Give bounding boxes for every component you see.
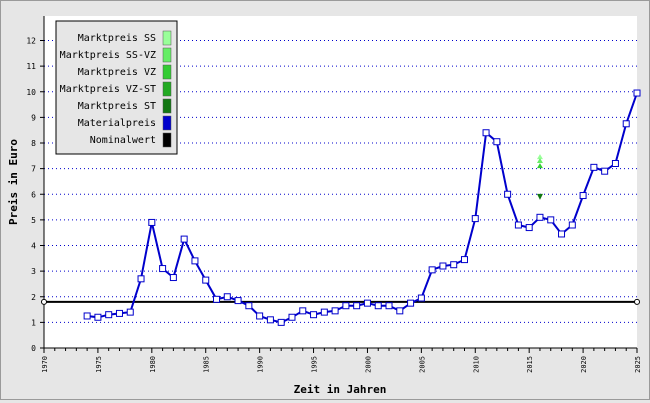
x-tick-label: 2015: [526, 356, 534, 373]
materialpreis-point: [180, 235, 188, 243]
materialpreis-point: [407, 299, 415, 307]
materialpreis-point: [213, 295, 221, 303]
legend: Marktpreis SS Marktpreis SS-VZ Marktpreis …: [55, 20, 178, 155]
materialpreis-point: [105, 311, 113, 319]
materialpreis-point: [277, 318, 285, 326]
x-tick-label: 1970: [41, 356, 49, 373]
materialpreis-point: [310, 311, 318, 319]
x-axis-label: Zeit in Jahren: [294, 383, 387, 396]
y-tick-label: 9: [31, 113, 36, 122]
materialpreis-point: [159, 265, 167, 273]
y-tick-label: 11: [26, 62, 36, 71]
legend-label: Marktpreis VZ: [78, 67, 156, 78]
materialpreis-point: [202, 276, 210, 284]
legend-swatch: [162, 98, 172, 114]
y-tick-label: 7: [31, 165, 36, 174]
materialpreis-point: [611, 160, 619, 167]
materialpreis-point: [331, 307, 339, 315]
materialpreis-point: [148, 218, 156, 226]
materialpreis-point: [385, 302, 393, 310]
materialpreis-point: [363, 299, 371, 307]
x-tick-label: 2025: [634, 356, 642, 373]
materialpreis-point: [299, 307, 307, 315]
legend-swatch: [162, 64, 172, 80]
materialpreis-point: [396, 307, 404, 315]
materialpreis-point: [558, 230, 566, 238]
materialpreis-point: [633, 89, 641, 97]
price-chart: 01234567891011121970 1975 1980 1985 1990 1995…: [7, 16, 642, 396]
materialpreis-point: [536, 213, 544, 221]
materialpreis-point: [342, 302, 350, 310]
x-tick-label: 1980: [149, 356, 157, 373]
materialpreis-point: [547, 216, 555, 224]
materialpreis-point: [579, 192, 587, 200]
materialpreis-point: [169, 274, 177, 282]
y-tick-label: 6: [31, 190, 36, 199]
legend-swatch: [162, 115, 172, 131]
y-axis-label: Preis in Euro: [7, 139, 20, 225]
y-tick-label: 1: [31, 318, 36, 327]
materialpreis-point: [450, 261, 458, 269]
x-tick-label: 1985: [203, 356, 211, 373]
materialpreis-point: [83, 312, 91, 320]
materialpreis-point: [601, 167, 609, 175]
materialpreis-point: [288, 313, 296, 321]
nominal-endpoint: [41, 298, 47, 305]
y-tick-label: 5: [31, 216, 36, 225]
legend-swatch: [162, 47, 172, 63]
legend-label: Nominalwert: [90, 135, 156, 146]
legend-swatch: [162, 81, 172, 97]
materialpreis-point: [126, 308, 134, 316]
materialpreis-point: [471, 215, 479, 223]
legend-swatch: [162, 132, 172, 148]
materialpreis-point: [622, 120, 630, 128]
x-tick-label: 2005: [418, 356, 426, 373]
materialpreis-point: [514, 221, 522, 229]
materialpreis-point: [417, 294, 425, 302]
y-tick-label: 2: [31, 293, 36, 302]
materialpreis-point: [590, 163, 598, 171]
materialpreis-point: [191, 257, 199, 265]
materialpreis-point: [234, 297, 242, 305]
materialpreis-point: [428, 266, 436, 274]
materialpreis-point: [460, 256, 468, 264]
materialpreis-point: [320, 308, 328, 316]
materialpreis-point: [137, 275, 145, 283]
y-tick-label: 8: [31, 139, 36, 148]
materialpreis-point: [353, 302, 361, 310]
materialpreis-point: [439, 262, 447, 270]
legend-label: Marktpreis ST: [78, 101, 156, 112]
materialpreis-point: [525, 224, 533, 232]
materialpreis-point: [94, 313, 102, 321]
y-tick-label: 3: [31, 267, 36, 276]
y-tick-label: 12: [26, 37, 36, 46]
materialpreis-point: [493, 138, 501, 146]
legend-swatch: [162, 30, 172, 46]
chart-frame: 0 1 2 3 4 5 6 7 8 9 10 11 12 1970 1975 1980 1985 1990 1995…: [0, 0, 650, 400]
x-tick-label: 1990: [257, 356, 265, 373]
x-tick-label: 1975: [95, 356, 103, 373]
legend-label: Marktpreis SS: [78, 33, 156, 44]
materialpreis-point: [482, 129, 490, 137]
x-tick-label: 1995: [311, 356, 319, 373]
materialpreis-point: [245, 302, 253, 310]
materialpreis-point: [266, 316, 274, 324]
y-tick-label: 10: [26, 88, 36, 97]
y-tick-label: 0: [31, 344, 36, 353]
materialpreis-point: [256, 312, 264, 320]
nominal-endpoint: [634, 298, 640, 305]
x-tick-label: 2010: [472, 356, 480, 373]
materialpreis-point: [115, 309, 123, 317]
legend-label: Marktpreis SS-VZ: [60, 50, 156, 61]
y-tick-label: 4: [31, 242, 36, 251]
x-tick-label: 2000: [364, 356, 372, 373]
materialpreis-point: [223, 293, 231, 301]
materialpreis-point: [374, 302, 382, 310]
legend-label: Marktpreis VZ-ST: [60, 84, 156, 95]
x-tick-label: 2020: [580, 356, 588, 373]
materialpreis-point: [568, 221, 576, 229]
legend-label: Materialpreis: [78, 118, 156, 129]
materialpreis-point: [504, 190, 512, 198]
